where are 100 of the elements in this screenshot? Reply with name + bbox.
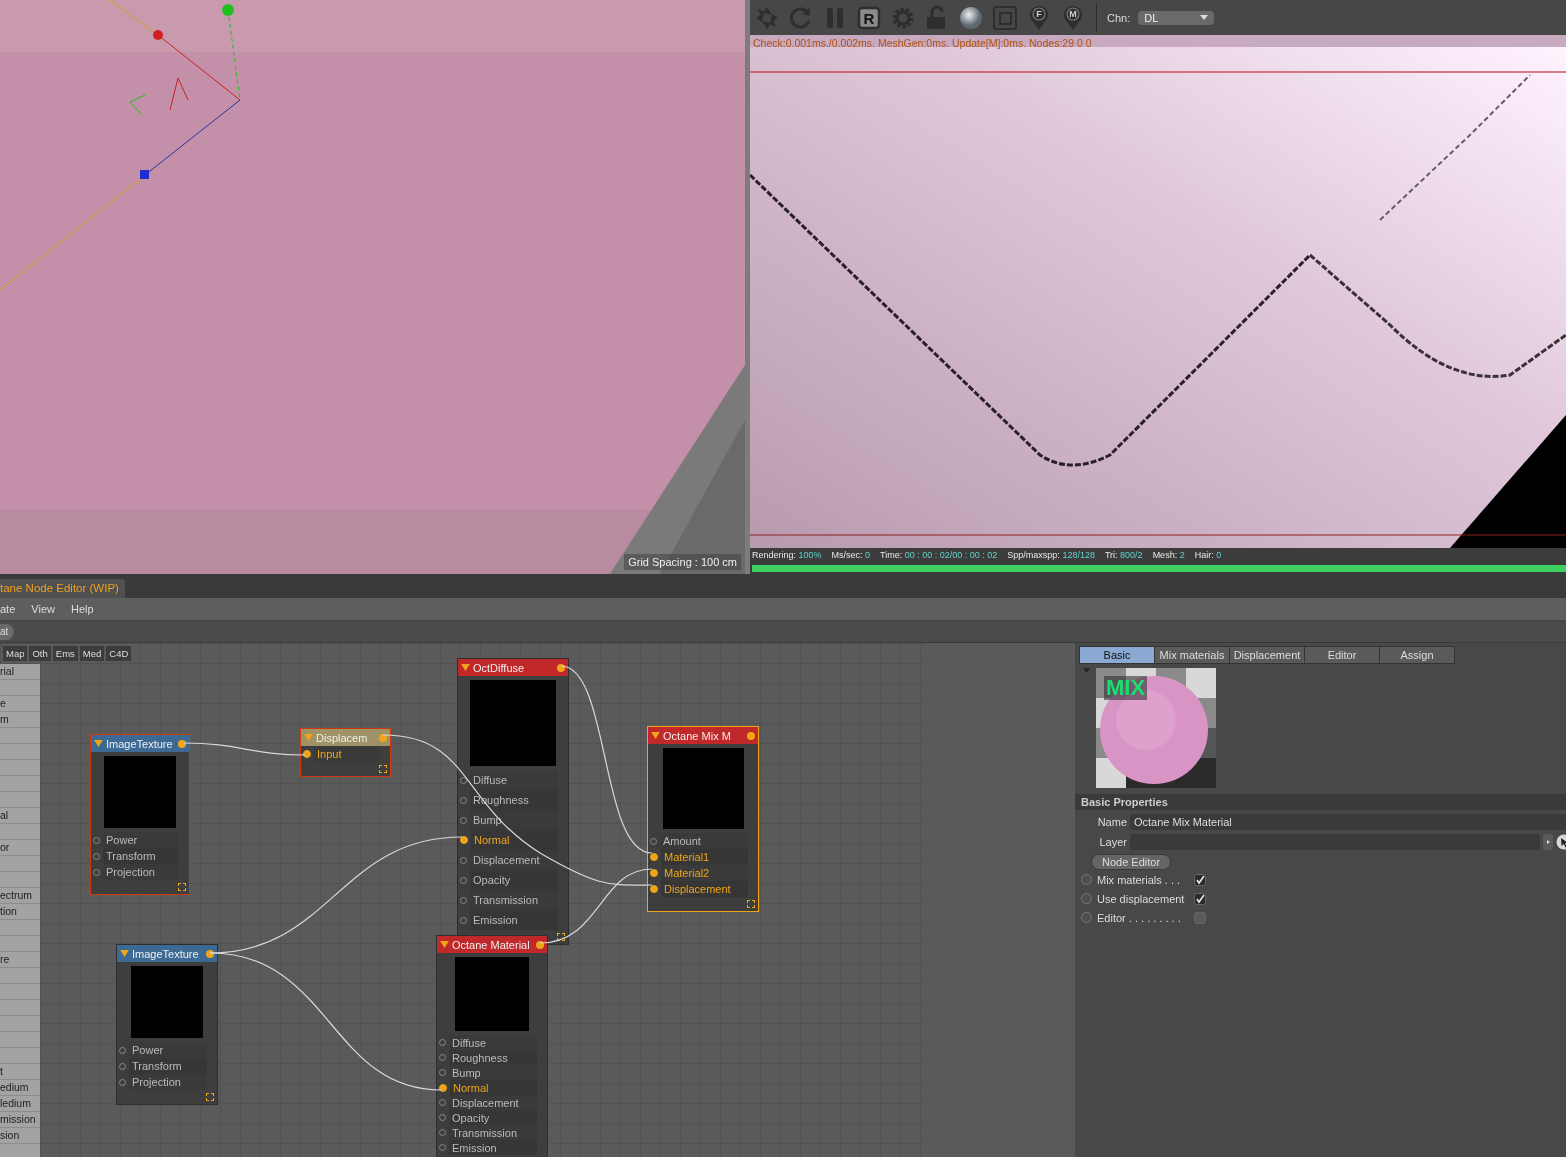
sidebar-item[interactable]: ectrum	[0, 888, 40, 904]
sidebar-item[interactable]: mission	[0, 1112, 40, 1128]
resize-icon[interactable]	[747, 900, 755, 908]
properties-tab[interactable]: Basic	[1079, 646, 1155, 664]
sidebar-item[interactable]: t	[0, 1064, 40, 1080]
collapse-icon[interactable]	[120, 950, 129, 957]
properties-tab[interactable]: Editor	[1304, 646, 1380, 664]
sidebar-item[interactable]: or	[0, 840, 40, 856]
category-tab[interactable]: Map	[3, 646, 28, 661]
port-label: Bump	[470, 810, 558, 830]
sidebar-item[interactable]: re	[0, 952, 40, 968]
option-radio[interactable]	[1081, 912, 1092, 923]
region-icon[interactable]	[992, 4, 1018, 31]
sidebar-item[interactable]: e	[0, 696, 40, 712]
node[interactable]: Octane Mix M Amount Material1 Material2 Displacement	[647, 726, 759, 912]
output-port[interactable]	[379, 733, 387, 742]
node[interactable]: ImageTexture Power Transform Projection	[90, 734, 190, 895]
letter-box-icon[interactable]: R	[856, 4, 882, 31]
channel-dropdown[interactable]: DL	[1138, 10, 1215, 25]
output-port[interactable]	[206, 949, 214, 958]
port-label: Displacement	[661, 881, 748, 897]
render-stat: Spp/maxspp: 128/128	[1007, 550, 1095, 560]
category-tab[interactable]: Med	[79, 646, 105, 661]
category-tab[interactable]: Ems	[52, 646, 78, 661]
port-label: Amount	[660, 833, 748, 849]
option-label: Editor . . . . . . . . .	[1097, 911, 1182, 924]
node-header[interactable]: ImageTexture	[117, 945, 217, 962]
port-label: Normal	[471, 830, 558, 850]
toolbar-button[interactable]: at	[0, 623, 15, 640]
option-radio[interactable]	[1081, 874, 1092, 885]
properties-tab[interactable]: Mix materials	[1154, 646, 1230, 664]
menu-item[interactable]: ate	[0, 603, 16, 615]
sidebar-item[interactable]: al	[0, 808, 40, 824]
arrow-button[interactable]	[1543, 834, 1553, 850]
sidebar-item[interactable]: ledium	[0, 1096, 40, 1112]
collapse-icon[interactable]	[1083, 668, 1090, 673]
render-stat: Hair: 0	[1194, 550, 1222, 560]
node-header[interactable]: ImageTexture	[91, 735, 189, 752]
menu-item[interactable]: Help	[70, 603, 94, 615]
node-editor-button[interactable]: Node Editor	[1091, 854, 1172, 870]
port-label: Opacity	[449, 1110, 537, 1125]
editor-tab[interactable]: tane Node Editor (WIP)	[0, 579, 125, 598]
sidebar-item[interactable]: tion	[0, 904, 40, 920]
output-port[interactable]	[747, 731, 755, 740]
sphere-icon[interactable]	[958, 4, 984, 31]
checkbox[interactable]	[1194, 892, 1206, 905]
port-label: Normal	[450, 1080, 537, 1095]
port-label: Projection	[103, 864, 179, 880]
resize-icon[interactable]	[206, 1093, 214, 1101]
collapse-icon[interactable]	[461, 664, 470, 671]
collapse-icon[interactable]	[651, 732, 660, 739]
collapse-icon[interactable]	[440, 941, 449, 948]
port-label: Transmission	[470, 890, 558, 910]
node-title: OctDiffuse	[473, 661, 526, 674]
port-label: Diffuse	[449, 1035, 537, 1050]
port-label: Material2	[661, 865, 748, 881]
node[interactable]: ImageTexture Power Transform Projection	[116, 944, 218, 1105]
channel-label: Chn:	[1107, 11, 1131, 24]
input-port[interactable]	[439, 1083, 447, 1092]
sidebar-item[interactable]: edium	[0, 1080, 40, 1096]
port-label: Transmission	[449, 1125, 537, 1140]
input-port[interactable]	[650, 885, 658, 893]
render-stat: Tri: 800/2	[1104, 550, 1143, 560]
node-preview	[104, 756, 176, 828]
category-tab[interactable]: C4D	[106, 646, 132, 661]
collapse-icon[interactable]	[94, 740, 103, 747]
output-port[interactable]	[178, 739, 186, 748]
node-header[interactable]: Octane Material	[437, 936, 547, 953]
output-port[interactable]	[536, 940, 544, 949]
name-field[interactable]: Octane Mix Material	[1130, 814, 1566, 830]
resize-icon[interactable]	[178, 883, 186, 891]
node-header[interactable]: OctDiffuse	[458, 659, 568, 676]
port-label: Emission	[449, 1140, 537, 1155]
port-label: Transform	[129, 1058, 207, 1074]
node[interactable]: Displacem Input	[300, 728, 391, 777]
port-label: Diffuse	[470, 770, 558, 790]
option-radio[interactable]	[1081, 893, 1092, 904]
sidebar-item[interactable]: sion	[0, 1128, 40, 1144]
node-header[interactable]: Octane Mix M	[648, 727, 758, 744]
input-port[interactable]	[650, 869, 658, 877]
port-label: Displacement	[449, 1095, 537, 1110]
collapse-icon[interactable]	[304, 734, 313, 741]
input-port[interactable]	[460, 836, 468, 844]
category-tab[interactable]: Oth	[29, 646, 51, 661]
properties-tab[interactable]: Assign	[1379, 646, 1455, 664]
sidebar-item[interactable]: m	[0, 712, 40, 728]
field-label: Name	[1096, 816, 1127, 828]
menu-item[interactable]: View	[31, 603, 55, 615]
sidebar-item[interactable]: rial	[0, 664, 40, 680]
grid-spacing-label: Grid Spacing : 100 cm	[624, 554, 741, 570]
node[interactable]: Octane Material Diffuse Roughness Bump Normal Displacement Opacity Transmission Emission	[436, 935, 548, 1157]
checkbox[interactable]	[1194, 911, 1206, 924]
input-port[interactable]	[650, 853, 658, 861]
caret-icon[interactable]	[1200, 15, 1209, 20]
checkbox[interactable]	[1194, 873, 1206, 886]
input-port[interactable]	[303, 750, 311, 758]
output-port[interactable]	[557, 663, 565, 672]
properties-tab[interactable]: Displacement	[1229, 646, 1305, 664]
resize-icon[interactable]	[557, 933, 565, 941]
resize-icon[interactable]	[379, 765, 387, 773]
